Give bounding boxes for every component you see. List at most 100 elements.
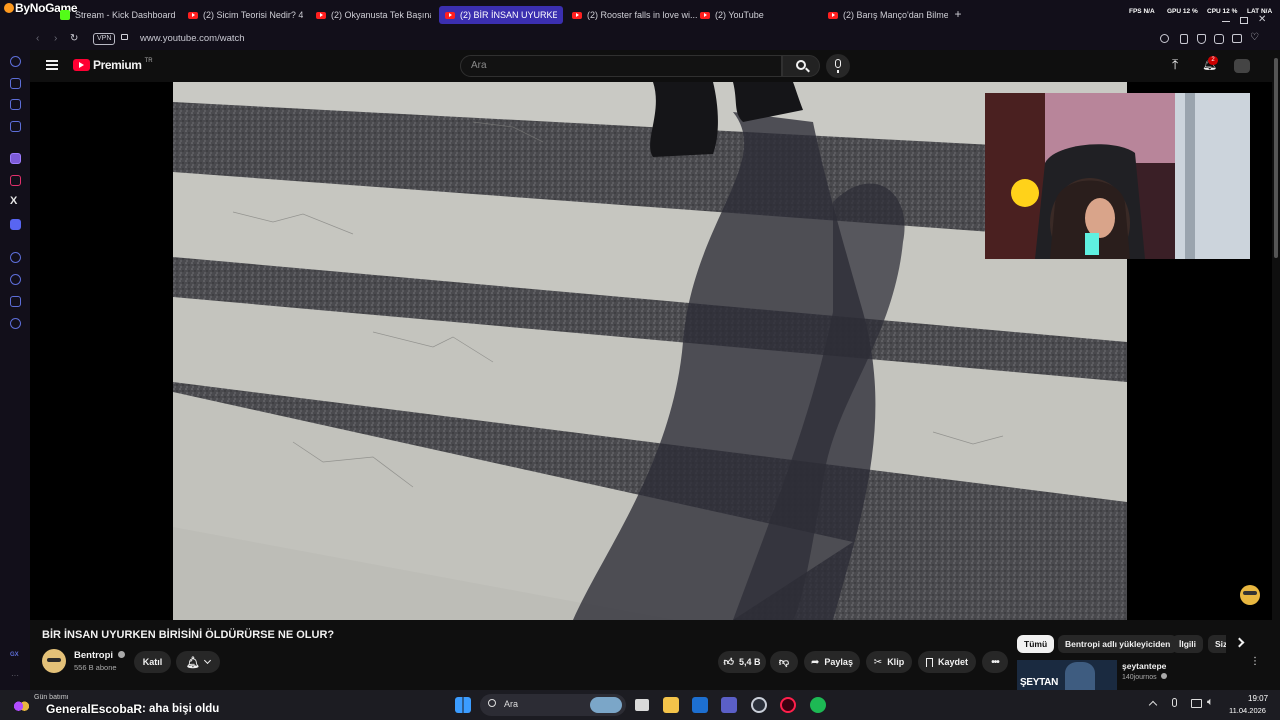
youtube-icon [572,11,582,19]
tab-rooster[interactable]: (2) Rooster falls in love wi... [572,6,698,24]
gx-control-icon[interactable] [10,56,21,67]
youtube-logo-icon [73,59,90,71]
heart-icon[interactable]: ♡ [1250,32,1259,43]
maximize-icon[interactable] [1240,17,1248,24]
gx-player-icon[interactable] [10,99,21,110]
more-horizontal-icon: ••• [991,656,999,668]
chevron-down-icon [203,656,212,665]
opera-gx-icon[interactable] [780,697,796,713]
vpn-badge[interactable]: VPN [93,33,116,45]
zoom-icon[interactable] [1160,34,1169,43]
browser-tab-bar: ByNoGame Stream - Kick Dashboard (2) Sic… [0,0,1280,30]
tab-active-video[interactable]: (2) BİR İNSAN UYURKEN B... [439,6,563,24]
url-text[interactable]: www.youtube.com/watch [140,33,245,44]
outlook-icon[interactable] [692,697,708,713]
shield-icon[interactable] [1197,34,1206,44]
chip-all[interactable]: Tümü [1017,635,1055,653]
more-actions-button[interactable]: ••• [982,651,1008,673]
youtube-icon [316,11,326,19]
scissors-icon: ✂ [873,656,883,668]
channel-name[interactable]: Bentropi [74,650,125,661]
notification-badge: 2 [1208,56,1218,65]
tray-chevron-icon[interactable] [1148,700,1158,710]
messenger-icon[interactable] [10,121,21,132]
emoji-reaction-icon [1240,585,1260,605]
dislike-button[interactable]: 👎︎ [770,651,798,673]
chip-for-you[interactable]: Sizin için [1208,635,1226,653]
search-button[interactable] [782,55,820,77]
share-button[interactable]: ➦ Paylaş [804,651,860,673]
search-input[interactable]: Ara [460,55,782,77]
extensions-rail-icon[interactable] [10,296,21,307]
extensions-icon[interactable] [1180,34,1188,44]
clock-time[interactable]: 19:07 [1248,694,1268,703]
youtube-icon [188,11,198,19]
next-video-thumbnail[interactable]: ŞEYTAN [1017,660,1117,690]
chip-related[interactable]: İlgili [1172,635,1203,653]
tab-kick-dashboard[interactable]: Stream - Kick Dashboard [60,6,176,24]
back-icon[interactable]: ‹ [36,33,39,44]
microphone-icon[interactable] [1172,698,1177,707]
x-twitter-icon[interactable]: X [10,195,17,207]
video-frame[interactable] [173,82,1127,620]
teams-icon[interactable] [721,697,737,713]
minimize-icon[interactable] [1222,21,1230,22]
avatar[interactable] [1234,59,1250,73]
page-scrollbar[interactable] [1272,50,1280,690]
upload-icon[interactable]: ⤒ [1172,56,1178,73]
voice-search-button[interactable] [826,54,850,78]
clip-button[interactable]: ✂ Klip [866,651,912,673]
youtube-header: Premium TR Ara ⤒ 🔔︎ 2 [30,50,1272,82]
channel-avatar[interactable] [42,649,66,673]
clock-date[interactable]: 11.04.2026 [1229,706,1266,715]
crosswalk-shadow-image [173,82,1127,620]
thumbs-down-icon: 👎︎ [778,657,790,668]
task-view-icon[interactable] [635,699,649,711]
discord-icon[interactable] [10,219,21,230]
forward-icon[interactable]: › [54,33,57,44]
settings-icon[interactable] [10,318,21,329]
menu-icon[interactable] [46,60,58,70]
adblock-icon[interactable] [1214,34,1224,44]
more-options-icon[interactable]: ··· [11,671,19,680]
youtube-premium-logo[interactable]: Premium TR [73,58,153,72]
youtube-icon [700,11,710,19]
address-bar-row: ‹ › ↻ VPN www.youtube.com/watch ♡ [0,30,1280,50]
next-video-menu-icon[interactable]: ⋮ [1250,657,1260,667]
video-info-section: BİR İNSAN UYURKEN BİRİSİNİ ÖLDÜRÜRSE NE … [30,620,1272,690]
camera-icon[interactable] [1232,34,1242,43]
next-video-title[interactable]: şeytantepe [1122,661,1166,671]
browser-sidebar: X GX ··· [0,50,30,690]
steam-icon[interactable] [751,697,767,713]
save-button[interactable]: Kaydet [918,651,976,673]
tab-baris-manco[interactable]: (2) Barış Manço'dan Bilme... [828,6,948,24]
reload-icon[interactable]: ↻ [70,33,78,44]
new-tab-button[interactable]: + [952,8,964,20]
twitch-icon[interactable] [10,153,21,164]
webcam-image [985,93,1250,259]
close-icon[interactable]: ✕ [1258,14,1266,25]
clock-icon[interactable] [10,274,21,285]
tab-youtube[interactable]: (2) YouTube [700,6,764,24]
history-icon[interactable] [10,252,21,263]
next-video-channel[interactable]: 140journos [1122,673,1167,681]
join-button[interactable]: Katıl [134,651,171,673]
start-icon[interactable] [455,697,471,713]
scrollbar-thumb[interactable] [1274,58,1278,258]
bell-icon: 🔔︎ [186,656,200,669]
volume-icon[interactable]: 🔈︎ [1207,696,1214,709]
subscribe-bell-button[interactable]: 🔔︎ [176,651,220,673]
tab-okyanusta[interactable]: (2) Okyanusta Tek Başına... [316,6,431,24]
chips-next-icon[interactable] [1234,637,1245,648]
tab-sicim-teorisi[interactable]: (2) Sicim Teorisi Nedir? 4... [188,6,303,24]
share-icon: ➦ [811,656,820,668]
like-button[interactable]: 👍︎ 5,4 B [718,651,766,673]
lock-icon[interactable] [121,34,128,40]
chip-from-uploader[interactable]: Bentropi adlı yükleyiciden [1058,635,1178,653]
taskbar-search[interactable]: Ara [480,694,626,716]
gx-corner-icon[interactable] [10,78,21,89]
display-icon[interactable] [1191,699,1202,708]
file-explorer-icon[interactable] [663,697,679,713]
spotify-icon[interactable] [810,697,826,713]
instagram-icon[interactable] [10,175,21,186]
